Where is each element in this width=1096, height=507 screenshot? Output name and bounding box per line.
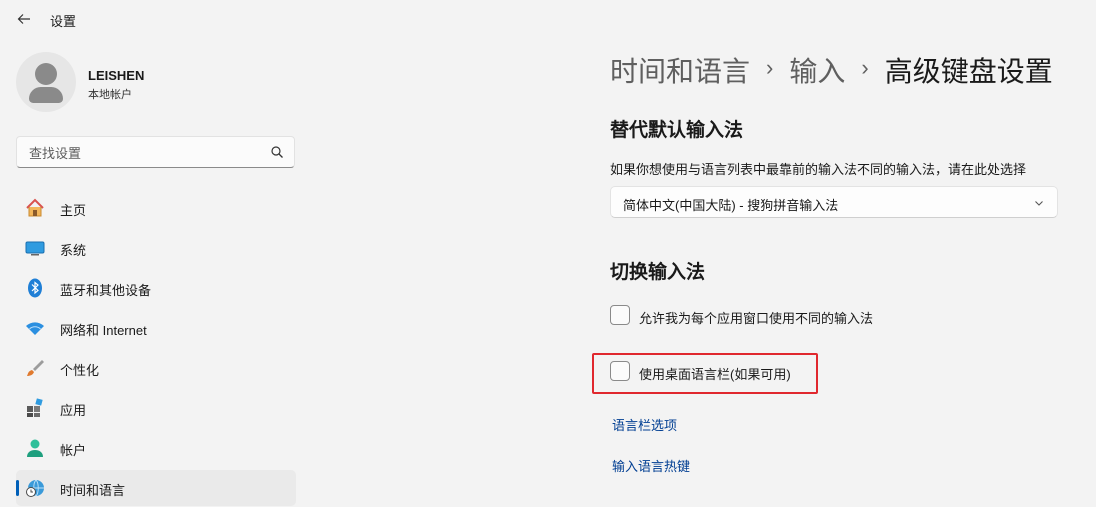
sidebar-item-home[interactable]: 主页 — [16, 190, 296, 226]
avatar — [16, 52, 76, 112]
chevron-down-icon — [1035, 201, 1043, 206]
override-section-title: 替代默认输入法 — [610, 120, 744, 141]
account-type: 本地帐户 — [88, 89, 132, 101]
breadcrumb-input[interactable]: 输入 — [789, 50, 845, 90]
time-language-icon — [26, 479, 44, 497]
brush-icon — [27, 360, 44, 376]
breadcrumb-separator: › — [861, 55, 869, 80]
search-icon[interactable] — [270, 145, 284, 159]
checkbox-label: 使用桌面语言栏(如果可用) — [639, 367, 791, 382]
input-method-dropdown[interactable]: 简体中文(中国大陆) - 搜狗拼音输入法 — [610, 186, 1058, 218]
switch-section-title: 切换输入法 — [610, 262, 706, 283]
home-icon — [26, 198, 44, 217]
sidebar-item-label: 主页 — [60, 203, 87, 218]
sidebar-item-bluetooth[interactable]: 蓝牙和其他设备 — [16, 270, 296, 306]
dropdown-selected-value: 简体中文(中国大陆) - 搜狗拼音输入法 — [623, 198, 839, 213]
sidebar-item-label: 应用 — [60, 403, 87, 418]
user-name: LEISHEN — [88, 68, 145, 83]
sidebar-item-label: 系统 — [60, 243, 87, 258]
wifi-icon — [26, 322, 44, 335]
sidebar-item-label: 网络和 Internet — [60, 323, 147, 338]
sidebar-item-system[interactable]: 系统 — [16, 230, 296, 266]
input-language-hotkeys-link[interactable]: 输入语言热键 — [612, 456, 690, 475]
sidebar-item-network[interactable]: 网络和 Internet — [16, 310, 296, 346]
selection-indicator — [16, 480, 19, 496]
sidebar-item-label: 时间和语言 — [60, 483, 126, 498]
search-box — [16, 136, 295, 168]
apps-icon — [27, 398, 43, 417]
override-description: 如果你想使用与语言列表中最靠前的输入法不同的输入法，请在此处选择 — [610, 162, 1027, 177]
app-title: 设置 — [50, 14, 77, 29]
sidebar-item-label: 帐户 — [60, 443, 87, 458]
sidebar-item-personalization[interactable]: 个性化 — [16, 350, 296, 386]
bluetooth-icon — [28, 278, 42, 298]
sidebar-item-label: 个性化 — [60, 363, 100, 378]
back-arrow-icon — [17, 14, 30, 24]
breadcrumb-separator: › — [766, 55, 774, 80]
language-bar-options-link[interactable]: 语言栏选项 — [612, 415, 677, 434]
per-app-input-method-checkbox[interactable] — [610, 305, 630, 325]
search-input[interactable] — [27, 143, 261, 163]
sidebar-item-label: 蓝牙和其他设备 — [60, 283, 152, 298]
breadcrumb: 时间和语言 › 输入 › 高级键盘设置 — [610, 50, 1053, 90]
back-button[interactable] — [13, 8, 35, 30]
desktop-language-bar-checkbox[interactable] — [610, 361, 630, 381]
sidebar-item-apps[interactable]: 应用 — [16, 390, 296, 426]
page-title: 高级键盘设置 — [884, 56, 1053, 87]
sidebar-item-time-language[interactable]: 时间和语言 — [16, 470, 296, 506]
system-icon — [25, 241, 45, 256]
account-icon — [27, 439, 43, 457]
checkbox-label: 允许我为每个应用窗口使用不同的输入法 — [639, 311, 874, 326]
title-bar: 设置 — [0, 0, 1096, 38]
sidebar-item-accounts[interactable]: 帐户 — [16, 430, 296, 466]
breadcrumb-time-language[interactable]: 时间和语言 — [610, 50, 750, 90]
